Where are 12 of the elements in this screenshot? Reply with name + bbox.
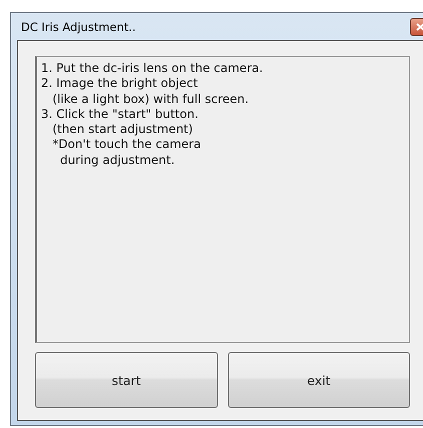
instruction-line: 1. Put the dc-iris lens on the camera. bbox=[41, 61, 264, 76]
start-button[interactable]: start bbox=[35, 352, 218, 408]
close-icon bbox=[416, 22, 423, 30]
window-title: DC Iris Adjustment.. bbox=[20, 20, 136, 34]
instruction-line: (like a light box) with full screen. bbox=[51, 92, 250, 107]
exit-button[interactable]: exit bbox=[228, 352, 410, 408]
instructions-text-area[interactable]: 1. Put the dc-iris lens on the camera. 2. Image the bright object (like a light box) with full screen. 3. Click the "start" button. (then start adjustment) *Don't touch the camera during adjustment. bbox=[35, 56, 410, 343]
instruction-line: *Don't touch the camera bbox=[51, 137, 202, 153]
instruction-line: (then start adjustment) bbox=[51, 122, 194, 138]
instruction-line: 3. Click the "start" button. bbox=[41, 106, 200, 122]
instruction-line: during adjustment. bbox=[59, 152, 176, 168]
instruction-line: 2. Image the bright object bbox=[41, 76, 199, 92]
